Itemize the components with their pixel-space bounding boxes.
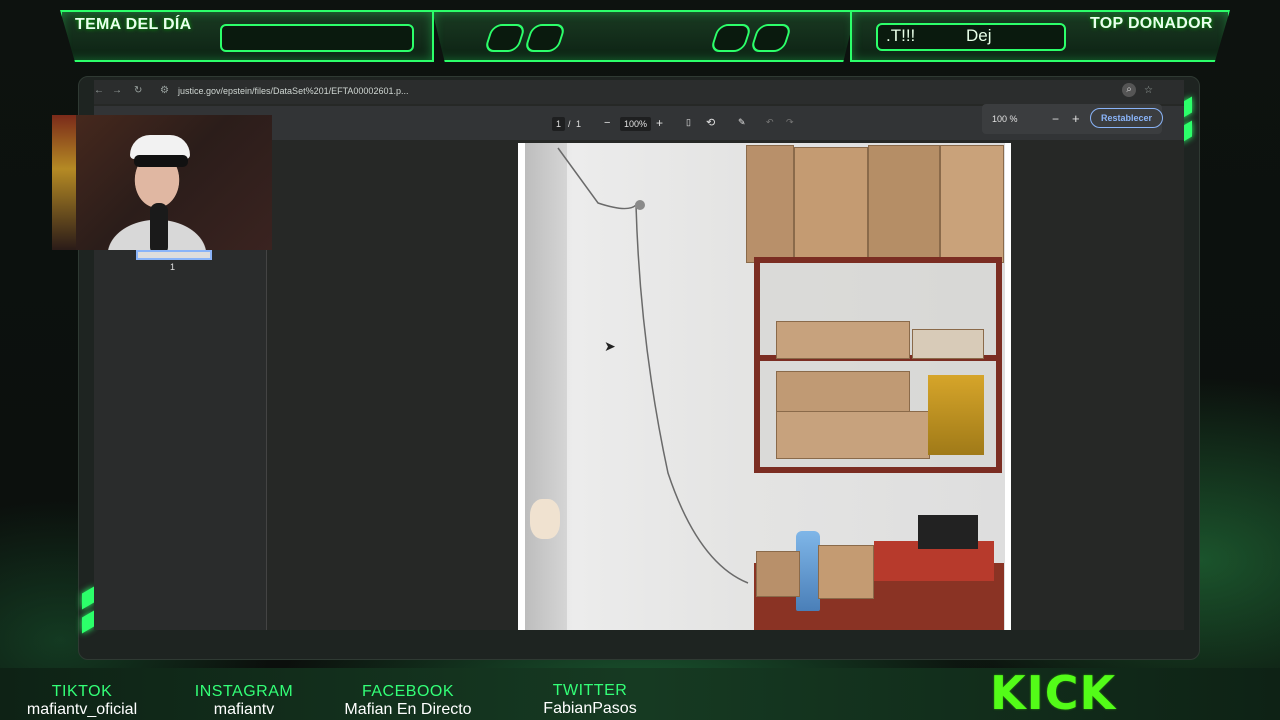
- donor-text-1: .T!!!: [886, 26, 916, 45]
- fit-page-icon[interactable]: ▯: [686, 117, 691, 128]
- thumbnail-page-number: 1: [170, 262, 176, 272]
- page-total: 1: [576, 119, 582, 129]
- zoom-popup-minus[interactable]: −: [1052, 112, 1059, 126]
- photo-box: [818, 545, 874, 599]
- photo-box: [912, 329, 984, 359]
- photo-box: [776, 371, 910, 413]
- instagram-label: INSTAGRAM: [194, 683, 294, 700]
- instagram-handle: mafiantv: [213, 701, 275, 718]
- kick-logo: KICK: [990, 666, 1117, 720]
- webcam-wall-art: [52, 115, 76, 250]
- tiktok-label: TIKTOK: [51, 683, 113, 700]
- social-tiktok: TIKTOK mafiantv_oficial: [0, 683, 172, 719]
- photo-box: [746, 145, 794, 263]
- facebook-handle: Mafian En Directo: [344, 701, 472, 718]
- zoom-out-button[interactable]: −: [604, 117, 610, 129]
- microphone: [150, 203, 168, 250]
- redo-icon[interactable]: ↷: [786, 117, 794, 128]
- mouse-cursor-icon: ➤: [604, 338, 616, 354]
- photo-box: [940, 145, 1004, 263]
- facebook-label: FACEBOOK: [361, 683, 455, 700]
- twitter-handle: FabianPasos: [543, 700, 637, 717]
- address-bar: ← → ↻ ⚙ justice.gov/epstein/files/DataSe…: [94, 80, 1184, 104]
- url-text[interactable]: justice.gov/epstein/files/DataSet%201/EF…: [178, 86, 408, 96]
- page-current-input[interactable]: 1: [552, 117, 566, 131]
- page-separator: /: [568, 119, 571, 129]
- photo-box: [776, 411, 930, 459]
- photo-box: [776, 321, 910, 359]
- site-info-icon[interactable]: ⚙: [160, 85, 169, 96]
- donor-text-2: Dej: [966, 26, 992, 45]
- reload-icon[interactable]: ↻: [134, 85, 142, 96]
- zoom-popup-value: 100 %: [992, 114, 1018, 124]
- twitter-label: TWITTER: [552, 682, 628, 699]
- photo-object: [530, 499, 560, 539]
- webcam-feed: [52, 115, 272, 250]
- annotate-icon[interactable]: ✎: [738, 117, 746, 128]
- photo-box: [868, 145, 940, 259]
- streamer-glasses: [134, 155, 188, 167]
- photo-yellow-items: [928, 375, 984, 455]
- arrow-left-icon[interactable]: ←: [94, 85, 104, 96]
- photo-black-tool: [918, 515, 978, 549]
- rotate-icon[interactable]: ⟲: [706, 116, 715, 129]
- zoom-in-button[interactable]: +: [656, 116, 663, 130]
- social-facebook: FACEBOOK Mafian En Directo: [318, 683, 498, 719]
- undo-icon[interactable]: ↶: [766, 117, 774, 128]
- pdf-page: [518, 143, 1011, 630]
- donor-title: TOP DONADOR: [1090, 15, 1213, 32]
- arrow-right-icon[interactable]: →: [112, 85, 122, 96]
- zoom-magnifier-icon[interactable]: ⌕: [1122, 83, 1136, 97]
- tiktok-handle: mafiantv_oficial: [26, 701, 138, 718]
- photo-box: [756, 551, 800, 597]
- topic-title: TEMA DEL DÍA: [75, 16, 192, 33]
- thumbnail-page[interactable]: [136, 250, 212, 260]
- photo-box: [794, 147, 868, 259]
- topic-slot: [220, 24, 414, 52]
- zoom-value[interactable]: 100%: [620, 117, 652, 131]
- social-twitter: TWITTER FabianPasos: [500, 682, 680, 718]
- reset-zoom-button[interactable]: Restablecer: [1090, 108, 1164, 128]
- zoom-popup-plus[interactable]: +: [1072, 111, 1080, 126]
- social-instagram: INSTAGRAM mafiantv: [154, 683, 334, 719]
- star-icon[interactable]: ☆: [1144, 85, 1153, 96]
- zoom-popup: 100 % − + Restablecer: [982, 104, 1164, 134]
